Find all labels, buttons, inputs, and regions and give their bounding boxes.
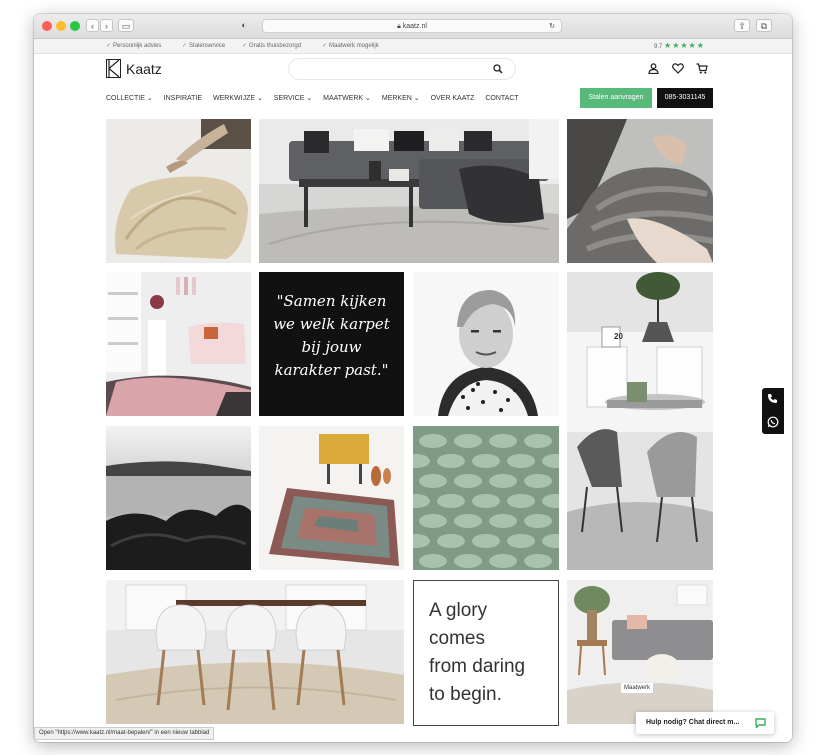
- glory-quote-tile: A glory comes from daring to begin.: [413, 580, 559, 726]
- quote-line: karakter past.": [274, 361, 389, 379]
- check-icon: ✓: [182, 43, 188, 49]
- image-living-room-sofa[interactable]: [259, 119, 559, 263]
- nav-item-contact[interactable]: CONTACT: [485, 95, 518, 102]
- search-bar[interactable]: [288, 58, 516, 80]
- account-icon[interactable]: [648, 63, 659, 74]
- address-bar-url: kaatz.nl: [402, 23, 427, 30]
- usp-item: ✓ Stalenservice: [182, 43, 226, 49]
- phone-icon[interactable]: [767, 393, 778, 404]
- nav-item-werkwijze[interactable]: WERKWIJZE ⌄: [213, 95, 263, 102]
- wishlist-heart-icon[interactable]: [672, 63, 684, 74]
- minimize-window-button[interactable]: [56, 21, 66, 31]
- maximize-window-button[interactable]: [70, 21, 80, 31]
- customer-rating[interactable]: 9.7 ★★★★★: [654, 41, 705, 50]
- image-pink-room[interactable]: [106, 272, 251, 416]
- image-grey-sofa-room[interactable]: Maatwerk: [567, 580, 713, 724]
- browser-window: ‹ › ▭ ◐ 🔒︎ kaatz.nl ↻ ⇧ ⧉ ✓ Persoonlijk a…: [34, 14, 792, 742]
- logo-text[interactable]: Kaatz: [126, 61, 162, 77]
- glory-line: A glory: [429, 600, 488, 621]
- side-contact-widget: [762, 388, 784, 434]
- whatsapp-icon[interactable]: [767, 416, 779, 428]
- check-icon: ✓: [242, 43, 248, 49]
- privacy-shield-icon[interactable]: ◐: [236, 19, 252, 32]
- request-samples-button[interactable]: Stalen aanvragen: [580, 88, 652, 108]
- quote-tile: "Samen kijken we welk karpet bij jouw ka…: [259, 272, 404, 416]
- close-window-button[interactable]: [42, 21, 52, 31]
- check-icon: ✓: [106, 43, 112, 49]
- browser-titlebar: ‹ › ▭ ◐ 🔒︎ kaatz.nl ↻ ⇧ ⧉: [34, 14, 792, 39]
- quote-line: "Samen kijken: [276, 292, 387, 310]
- usp-item: ✓ Gratis thuisbezorgd: [242, 43, 302, 49]
- quote-line: bij jouw: [301, 338, 362, 356]
- browser-status-bar: Open "https://www.kaatz.nl/maat-bepalen/…: [34, 727, 215, 740]
- image-dining-room-lamp[interactable]: 20: [567, 272, 713, 570]
- glory-line: from daring: [429, 656, 526, 677]
- reload-icon[interactable]: ↻: [549, 20, 555, 34]
- image-persian-rug[interactable]: [259, 426, 404, 570]
- kaatz-logo-mark[interactable]: [106, 59, 121, 78]
- usp-item: ✓ Persoonlijk advies: [106, 43, 162, 49]
- image-rocky-coast[interactable]: [106, 426, 251, 570]
- maatwerk-badge[interactable]: Maatwerk: [621, 683, 654, 693]
- sidebar-toggle-icon[interactable]: ▭: [118, 19, 134, 32]
- tabs-overview-icon[interactable]: ⧉: [756, 19, 772, 32]
- main-navigation: COLLECTIE ⌄ INSPIRATIE WERKWIJZE ⌄ SERVI…: [106, 94, 528, 102]
- image-dining-chairs[interactable]: [106, 580, 404, 724]
- nav-item-over-kaatz[interactable]: OVER KAATZ: [431, 95, 475, 102]
- chat-label: Hulp nodig? Chat direct m...: [646, 719, 740, 726]
- phone-button[interactable]: 085-3031145: [657, 88, 713, 108]
- cart-icon[interactable]: [696, 63, 708, 74]
- image-knitted-pouf[interactable]: [567, 119, 713, 263]
- nav-item-service[interactable]: SERVICE ⌄: [274, 95, 312, 102]
- nav-item-collectie[interactable]: COLLECTIE ⌄: [106, 95, 153, 102]
- search-icon[interactable]: [493, 64, 503, 74]
- nav-item-maatwerk[interactable]: MAATWERK ⌄: [323, 95, 371, 102]
- glory-line: to begin.: [429, 684, 502, 705]
- back-button[interactable]: ‹: [86, 19, 99, 32]
- image-shaggy-rug-feet[interactable]: [106, 119, 251, 263]
- address-bar[interactable]: 🔒︎ kaatz.nl ↻: [262, 19, 562, 33]
- image-green-knit[interactable]: [413, 426, 559, 570]
- lamp-sign-number: 20: [614, 332, 623, 341]
- site-header: Kaatz: [34, 54, 792, 90]
- check-icon: ✓: [322, 43, 328, 49]
- forward-button[interactable]: ›: [100, 19, 113, 32]
- glory-line: comes: [429, 628, 485, 649]
- usp-item: ✓ Maatwerk mogelijk: [322, 43, 379, 49]
- chat-widget[interactable]: Hulp nodig? Chat direct m...: [636, 712, 774, 734]
- usp-bar: ✓ Persoonlijk advies ✓ Stalenservice ✓ Grat…: [34, 39, 792, 54]
- nav-item-inspiratie[interactable]: INSPIRATIE: [164, 95, 202, 102]
- share-icon[interactable]: ⇧: [734, 19, 750, 32]
- nav-item-merken[interactable]: MERKEN ⌄: [382, 95, 420, 102]
- quote-line: we welk karpet: [273, 315, 390, 333]
- rating-stars: ★★★★★: [664, 41, 705, 50]
- search-input[interactable]: [299, 62, 483, 78]
- chat-bubble-icon: [755, 718, 766, 728]
- image-portrait-founder[interactable]: [413, 272, 559, 416]
